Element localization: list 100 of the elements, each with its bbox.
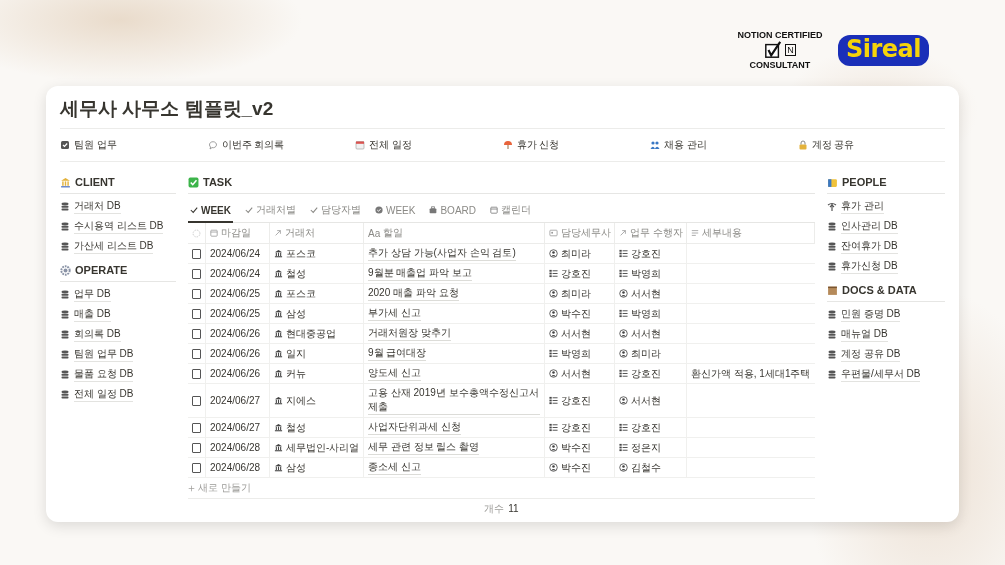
page-link[interactable]: 휴가 관리 (827, 197, 945, 216)
checkbox[interactable] (192, 328, 201, 339)
list-icon (549, 269, 558, 278)
table-cell: 포스코 (286, 286, 316, 301)
table-cell[interactable]: 고용 산재 2019년 보수총액수정신고서 제출 (368, 386, 540, 415)
view-tab[interactable]: 캘린더 (488, 200, 533, 223)
people-icon (650, 140, 660, 150)
column-header[interactable]: 세부내용 (687, 223, 815, 244)
check-icon (190, 206, 198, 214)
page-link[interactable]: 전체 일정 DB (60, 385, 176, 404)
page-link[interactable]: 매출 DB (60, 305, 176, 324)
page-link[interactable]: 수시용역 리스트 DB (60, 217, 176, 236)
table-cell: 커뉴 (286, 366, 306, 381)
checkbox[interactable] (192, 248, 201, 259)
column-header[interactable]: 담당세무사 (545, 223, 615, 244)
person-icon (619, 349, 628, 358)
table-cell: 2024/06/27 (206, 418, 270, 438)
checkbox[interactable] (192, 422, 201, 433)
table-cell: 강호진 (561, 266, 591, 281)
person-icon (549, 289, 558, 298)
column-header[interactable]: 업무 수행자 (615, 223, 687, 244)
page-link[interactable]: 이번주 회의록 (207, 138, 355, 152)
list-icon (549, 423, 558, 432)
column-header[interactable]: 마감일 (206, 223, 270, 244)
section-title: DOCS & DATA (842, 284, 917, 296)
checkbox[interactable] (192, 442, 201, 453)
checkbox[interactable] (192, 308, 201, 319)
loading-icon (192, 228, 201, 238)
table-cell: 강호진 (631, 420, 661, 435)
section-title: PEOPLE (842, 176, 887, 188)
checkbox[interactable] (192, 348, 201, 359)
view-tab[interactable]: WEEK (373, 200, 418, 223)
page-link[interactable]: 물품 요청 DB (60, 365, 176, 384)
page-link[interactable]: 휴가 신청 (502, 138, 650, 152)
database-icon (827, 241, 837, 252)
building-icon (274, 289, 283, 298)
list-icon (549, 349, 558, 358)
column-header[interactable]: 거래처 (270, 223, 364, 244)
checkbox[interactable] (192, 462, 201, 473)
umbrella-icon (502, 140, 513, 150)
table-cell: 2024/06/28 (206, 438, 270, 458)
section-title: TASK (203, 176, 233, 188)
table-cell: 강호진 (561, 393, 591, 408)
table-cell: 삼성 (286, 460, 306, 475)
table-cell: 서서현 (561, 326, 591, 341)
page-link[interactable]: 회의록 DB (60, 325, 176, 344)
building-icon (274, 369, 283, 378)
table-cell: 서서현 (631, 286, 661, 301)
table-cell[interactable]: 세무 관련 정보 릴스 촬영 (368, 440, 480, 455)
page-link[interactable]: 업무 DB (60, 285, 176, 304)
page-link[interactable]: 우편물/세무서 DB (827, 365, 945, 384)
column-header[interactable]: Aa 할일 (364, 223, 545, 244)
table-cell[interactable]: 9월 급여대장 (368, 346, 427, 361)
table-cell[interactable]: 9월분 매출업 파악 보고 (368, 266, 472, 281)
person-icon (549, 369, 558, 378)
page-link[interactable]: 잔여휴가 DB (827, 237, 945, 256)
person-icon (549, 249, 558, 258)
view-tab[interactable]: 담당자별 (308, 200, 363, 223)
view-tab[interactable]: WEEK (188, 200, 233, 223)
page-link[interactable]: 팀원 업무 DB (60, 345, 176, 364)
page-link[interactable]: 팀원 업무 (60, 138, 208, 152)
table-cell: 일지 (286, 346, 306, 361)
page-link[interactable]: 전체 일정 (355, 138, 503, 152)
page-link[interactable]: 매뉴얼 DB (827, 325, 945, 344)
table-cell[interactable]: 종소세 신고 (368, 460, 421, 475)
table-cell[interactable]: 부가세 신고 (368, 306, 421, 321)
calendar-icon (210, 229, 218, 237)
person-icon (619, 329, 628, 338)
table-cell[interactable]: 사업자단위과세 신청 (368, 420, 461, 435)
table-cell[interactable]: 2020 매출 파악 요청 (368, 286, 459, 301)
table-cell: 강호진 (631, 246, 661, 261)
table-cell[interactable]: 추가 상담 가능(사업자 손익 검토) (368, 246, 516, 261)
page-link[interactable]: 계정 공유 DB (827, 345, 945, 364)
table-cell[interactable]: 양도세 신고 (368, 366, 421, 381)
settings-icon (60, 264, 71, 276)
view-tab[interactable]: 거래처별 (243, 200, 298, 223)
view-tab[interactable]: BOARD (427, 200, 478, 223)
checkbox[interactable] (192, 368, 201, 379)
page-link[interactable]: 채용 관리 (650, 138, 798, 152)
page-link[interactable]: 가산세 리스트 DB (60, 237, 176, 256)
page-link[interactable]: 휴가신청 DB (827, 257, 945, 276)
table-cell[interactable]: 거래처원장 맞추기 (368, 326, 451, 341)
checkbox-icon (60, 140, 70, 150)
table-cell: 서서현 (631, 326, 661, 341)
check-icon (310, 206, 318, 214)
building-icon (274, 329, 283, 338)
checkbox[interactable] (192, 395, 201, 406)
page-link[interactable]: 거래처 DB (60, 197, 176, 216)
page-link[interactable]: 계정 공유 (797, 138, 945, 152)
table-cell: 서서현 (561, 366, 591, 381)
page-link[interactable]: 인사관리 DB (827, 217, 945, 236)
checkbox[interactable] (192, 268, 201, 279)
person-icon (549, 309, 558, 318)
page-link[interactable]: 민원 증명 DB (827, 305, 945, 324)
table-cell: 박수진 (561, 440, 591, 455)
plus-icon (188, 484, 195, 492)
checkbox[interactable] (192, 288, 201, 299)
list-icon (549, 396, 558, 405)
text-lines-icon (691, 229, 699, 237)
calendar-icon (490, 206, 498, 214)
